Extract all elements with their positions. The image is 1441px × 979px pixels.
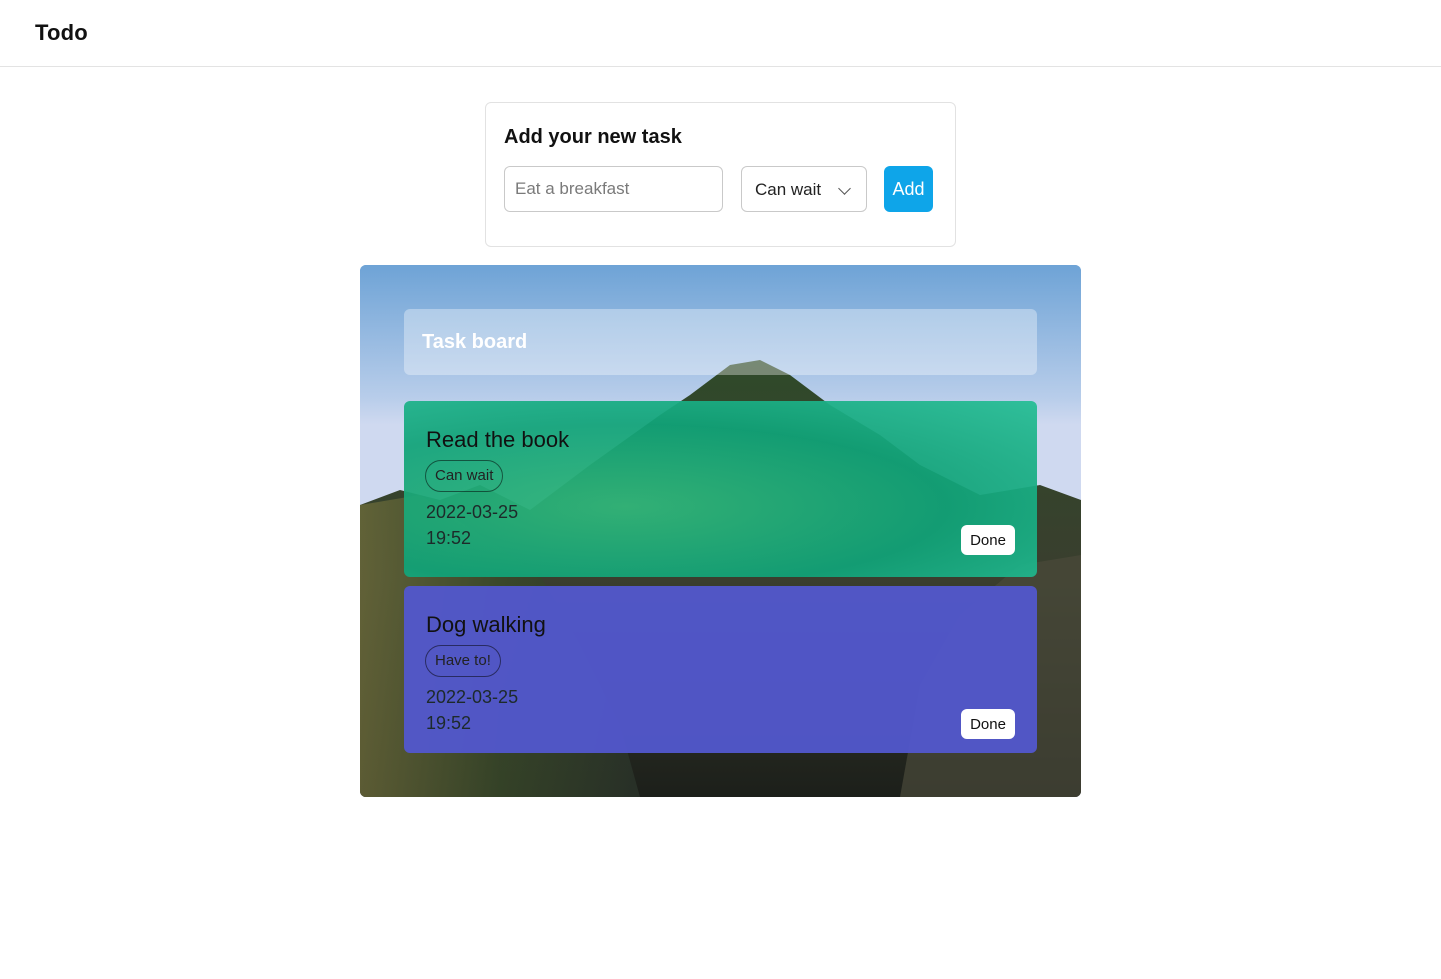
done-button[interactable]: Done <box>961 709 1015 739</box>
done-button[interactable]: Done <box>961 525 1015 555</box>
form-title: Add your new task <box>504 126 682 148</box>
top-navbar: Todo <box>0 0 1441 67</box>
task-time: 19:52 <box>426 528 472 548</box>
app-title[interactable]: Todo <box>35 20 88 46</box>
board-title: Task board <box>422 331 528 353</box>
task-date: 2022-03-25 <box>426 687 519 707</box>
add-task-button[interactable]: Add <box>884 166 933 212</box>
task-input[interactable] <box>504 166 723 212</box>
task-title: Dog walking <box>426 612 546 637</box>
priority-tag: Have to! <box>425 645 501 677</box>
task-title: Read the book <box>426 427 570 452</box>
board-header: Task board <box>404 309 1037 375</box>
task-card: Read the book Can wait 2022-03-25 19:52 … <box>404 401 1037 577</box>
new-task-form: Add your new task Can wait Add <box>485 102 956 247</box>
task-card: Dog walking Have to! 2022-03-25 19:52 Do… <box>404 586 1037 753</box>
chevron-down-icon <box>838 182 851 195</box>
task-board: Task board Read the book Can wait 2022-0… <box>360 265 1081 797</box>
priority-select[interactable]: Can wait <box>741 166 867 212</box>
priority-tag: Can wait <box>425 460 504 492</box>
task-date: 2022-03-25 <box>426 502 519 522</box>
task-time: 19:52 <box>426 713 472 733</box>
priority-selected-value: Can wait <box>755 180 822 199</box>
